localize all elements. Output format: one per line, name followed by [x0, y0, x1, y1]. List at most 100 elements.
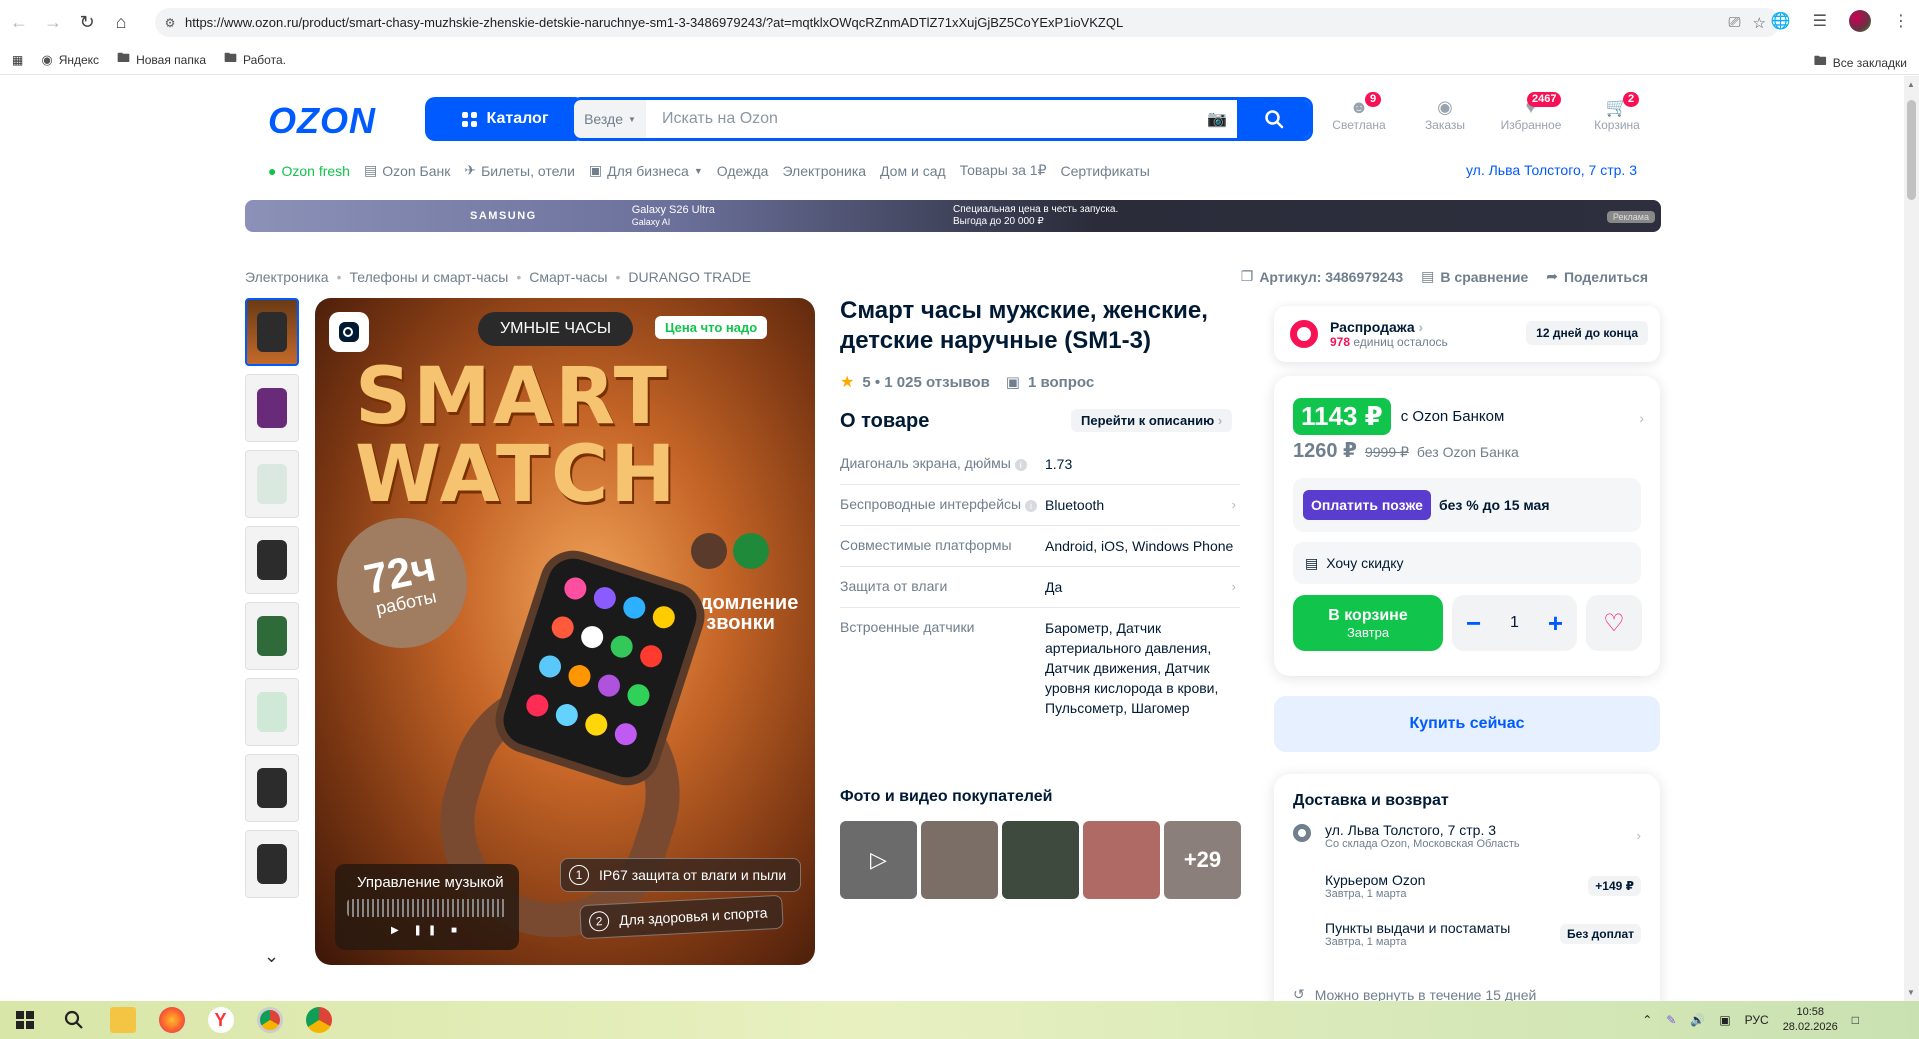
promo-banner[interactable]: SAMSUNG Galaxy S26 Ultra Galaxy AI Специа… [245, 200, 1661, 232]
bookmark-star-icon[interactable]: ☆ [1753, 14, 1766, 32]
spec-value[interactable]: Bluetooth [1045, 495, 1235, 515]
pay-later-block[interactable]: Оплатить позже без % до 15 мая [1293, 478, 1641, 532]
thumbnail[interactable] [245, 450, 299, 518]
site-info-icon[interactable]: ⚙ [155, 16, 185, 30]
scroll-down-icon[interactable]: ▼ [1907, 988, 1915, 997]
minus-button[interactable]: − [1466, 608, 1481, 639]
customer-photo[interactable] [1002, 821, 1079, 899]
compare-button[interactable]: ▤ В сравнение [1421, 268, 1528, 285]
chrome-icon[interactable] [245, 1001, 294, 1039]
thumbnail[interactable] [245, 526, 299, 594]
thumbnail[interactable] [245, 298, 299, 366]
apps-icon[interactable]: ▦ [12, 53, 23, 67]
camera-icon[interactable]: 📷 [1197, 109, 1237, 129]
subnav-certificates[interactable]: Сертификаты [1061, 163, 1150, 179]
info-icon[interactable]: i [1024, 500, 1037, 512]
favorites-action[interactable]: ♥2467Избранное [1497, 92, 1565, 132]
delivery-address-link[interactable]: ул. Льва Толстого, 7 стр. 3 [1466, 162, 1637, 178]
goto-description-button[interactable]: Перейти к описанию › [1071, 409, 1233, 432]
cart-action[interactable]: 🛒 2 Корзина [1583, 92, 1651, 132]
extensions-icon[interactable]: ☰ [1813, 11, 1827, 31]
breadcrumb-item[interactable]: Телефоны и смарт-часы [350, 269, 509, 285]
clock[interactable]: 10:58 28.02.2026 [1783, 1005, 1838, 1035]
windows-start-icon[interactable] [0, 1001, 49, 1039]
product-main-image[interactable]: УМНЫЕ ЧАСЫ Цена что надо SMART WATCH 72ч р… [315, 298, 815, 965]
all-bookmarks[interactable]: 🖿 Все закладки [1814, 52, 1907, 74]
article-copy[interactable]: ❐ Артикул: 3486979243 [1241, 268, 1403, 285]
home-icon[interactable]: ⌂ [106, 8, 136, 38]
page-scrollbar[interactable]: ▲ ▼ [1904, 76, 1919, 1001]
breadcrumb-item[interactable]: DURANGO TRADE [628, 269, 751, 285]
plus-button[interactable]: + [1548, 608, 1563, 639]
search-scope-select[interactable]: Везде ▼ [574, 100, 646, 138]
bookmark-yandex[interactable]: ◉ Яндекс [41, 52, 99, 68]
thumbnail[interactable] [245, 602, 299, 670]
taskbar-search-icon[interactable] [49, 1001, 98, 1039]
subnav-business[interactable]: ▣ Для бизнеса ▼ [589, 162, 703, 179]
chevron-down-icon[interactable]: ⌄ [264, 946, 279, 967]
address-bar[interactable]: ⚙ https://www.ozon.ru/product/smart-chas… [155, 8, 1780, 37]
sale-card[interactable]: Распродажа › 978 единиц осталось 12 дней… [1274, 306, 1660, 362]
language-indicator[interactable]: РУС [1745, 1013, 1769, 1027]
subnav-tickets[interactable]: ✈ Билеты, отели [464, 162, 575, 179]
volume-icon[interactable]: 🔊 [1690, 1013, 1705, 1027]
bank-price[interactable]: 1143 ₽ с Ozon Банком [1293, 398, 1504, 435]
subnav-ozon-bank[interactable]: ▤ Ozon Банк [364, 162, 450, 179]
profile-avatar[interactable] [1849, 10, 1871, 32]
delivery-pickup-row[interactable]: Пункты выдачи и постаматы Завтра, 1 март… [1293, 920, 1641, 948]
questions-link[interactable]: 1 вопрос [1028, 374, 1094, 391]
scroll-thumb[interactable] [1907, 100, 1916, 200]
chevron-right-icon[interactable]: › [1639, 410, 1644, 426]
back-icon[interactable]: ← [4, 8, 34, 38]
translate-icon[interactable]: 🌐 [1771, 11, 1791, 31]
bookmark-work[interactable]: 🖿 Работа. [224, 49, 286, 71]
reviews-link[interactable]: 5 • 1 025 отзывов [862, 374, 989, 391]
subnav-electronics[interactable]: Электроника [782, 163, 866, 179]
chevron-right-icon[interactable]: › [1232, 579, 1236, 594]
info-icon[interactable]: i [1014, 459, 1027, 471]
scroll-up-icon[interactable]: ▲ [1907, 80, 1915, 89]
chevron-up-icon[interactable]: ⌃ [1642, 1013, 1652, 1027]
profile-action[interactable]: ☻ 9 Светлана [1325, 92, 1393, 132]
subnav-home-garden[interactable]: Дом и сад [880, 163, 946, 179]
spec-value[interactable]: Да [1045, 577, 1235, 597]
subnav-clothes[interactable]: Одежда [717, 163, 769, 179]
customer-photo[interactable] [921, 821, 998, 899]
thumbnail[interactable] [245, 754, 299, 822]
breadcrumb-item[interactable]: Электроника [245, 269, 329, 285]
delivery-courier-row[interactable]: Курьером Ozon Завтра, 1 марта +149 ₽ [1293, 872, 1641, 900]
thumbnail[interactable] [245, 374, 299, 442]
reload-icon[interactable]: ↻ [72, 8, 102, 38]
customer-video[interactable]: ▷ [840, 821, 917, 899]
ozon-logo[interactable]: OZON [268, 100, 376, 142]
return-info[interactable]: ↺ Можно вернуть в течение 15 дней [1293, 986, 1536, 1001]
catalog-button[interactable]: Каталог [425, 97, 585, 141]
visual-search-icon[interactable] [329, 312, 369, 352]
notifications-icon[interactable]: □ [1852, 1013, 1859, 1027]
ad-label[interactable]: Реклама [1606, 211, 1655, 223]
menu-icon[interactable]: ⋮ [1893, 11, 1909, 31]
search-button[interactable] [1237, 100, 1310, 138]
buy-now-button[interactable]: Купить сейчас [1274, 696, 1660, 752]
customer-photo[interactable] [1083, 821, 1160, 899]
share-button[interactable]: ➦ Поделиться [1546, 268, 1648, 285]
breadcrumb-item[interactable]: Смарт-часы [529, 269, 607, 285]
subnav-ozon-fresh[interactable]: ● Ozon fresh [268, 163, 350, 179]
file-explorer-icon[interactable] [98, 1001, 147, 1039]
in-cart-button[interactable]: В корзине Завтра [1293, 595, 1443, 651]
url-text[interactable]: https://www.ozon.ru/product/smart-chasy-… [185, 15, 1729, 30]
want-discount-button[interactable]: ▤ Хочу скидку [1293, 542, 1641, 584]
chrome-profile-icon[interactable] [294, 1001, 343, 1039]
forward-icon[interactable]: → [38, 8, 68, 38]
pay-later-button[interactable]: Оплатить позже [1303, 490, 1431, 520]
thumbnail[interactable] [245, 830, 299, 898]
yandex-browser-icon[interactable]: Y [196, 1001, 245, 1039]
pen-icon[interactable]: ✎ [1666, 1013, 1676, 1027]
thumbnail[interactable] [245, 678, 299, 746]
favorite-button[interactable]: ♡ [1586, 595, 1642, 651]
subnav-items-1rub[interactable]: Товары за 1₽ [960, 162, 1047, 179]
chevron-right-icon[interactable]: › [1232, 497, 1236, 512]
customer-photos-more[interactable]: +29 [1164, 821, 1241, 899]
install-app-icon[interactable]: ⎚ [1729, 14, 1741, 32]
network-icon[interactable]: ▣ [1719, 1013, 1730, 1027]
